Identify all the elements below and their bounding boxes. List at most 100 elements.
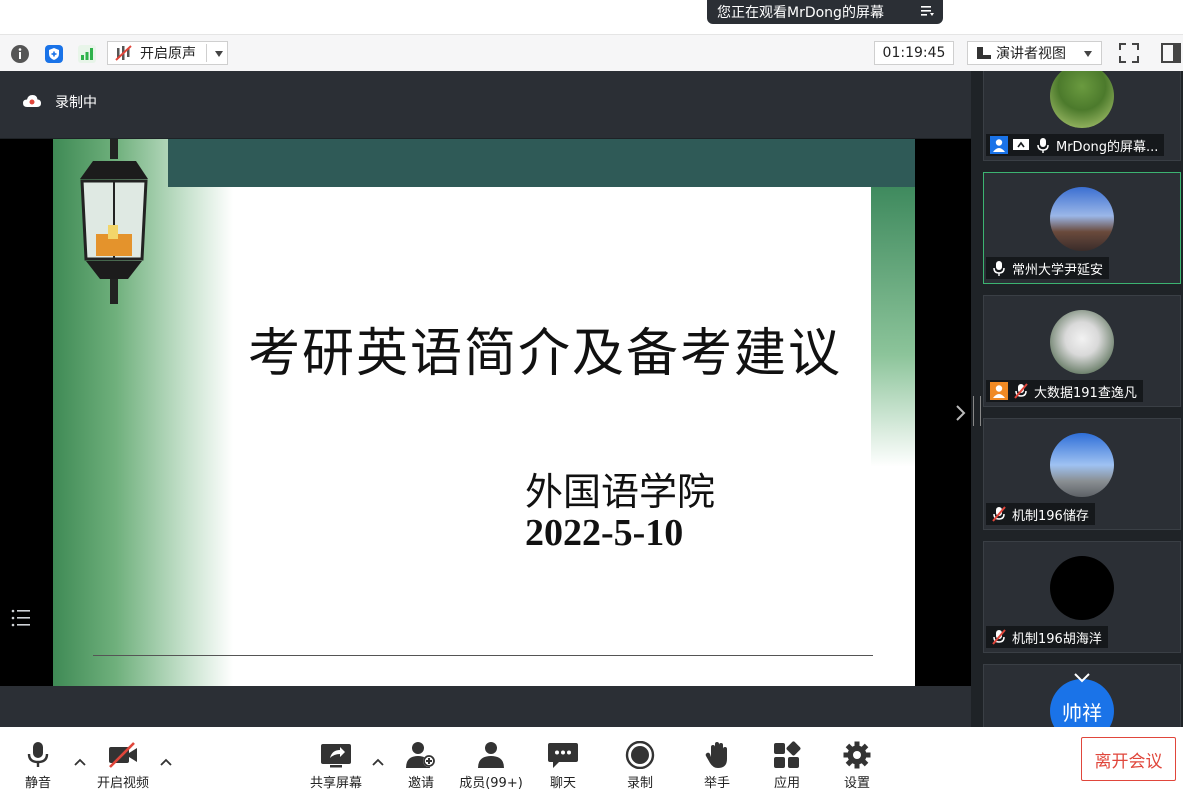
original-sound-button[interactable]: 开启原声 (107, 41, 228, 65)
share-screen-label: 共享屏幕 (309, 776, 362, 791)
record-button[interactable]: 录制 (605, 741, 675, 791)
side-panel-toggle-icon[interactable] (1160, 42, 1182, 64)
list-icon[interactable] (10, 608, 32, 628)
apps-label: 应用 (773, 776, 800, 791)
avatar (1050, 187, 1114, 251)
microphone-muted-icon (992, 506, 1006, 522)
chevron-up-icon[interactable] (372, 757, 384, 767)
gear-icon (843, 741, 871, 769)
participant-name: 大数据191查逸凡 (1034, 385, 1137, 401)
invite-button[interactable]: 邀请 (386, 741, 456, 791)
chevron-up-icon[interactable] (74, 757, 86, 767)
dropdown-arrow-icon[interactable] (214, 50, 224, 58)
recording-bar: 录制中 (0, 71, 971, 138)
speaker-view-button[interactable]: 演讲者视图 (967, 41, 1102, 65)
chat-label: 聊天 (549, 776, 576, 791)
participant-nametag: 大数据191查逸凡 (986, 380, 1143, 402)
info-icon[interactable] (10, 44, 30, 64)
share-screen-icon (321, 744, 351, 768)
settings-button[interactable]: 设置 (822, 741, 892, 791)
slide-department: 外国语学院 (525, 470, 716, 514)
main-video-area: 录制中 考研英语简介及备考建议 外国语学院 2022-5-10 (0, 71, 971, 727)
menu-icon[interactable] (919, 3, 935, 19)
slide-title: 考研英语简介及备考建议 (248, 324, 843, 384)
chat-icon (548, 743, 578, 768)
raise-hand-button[interactable]: 举手 (682, 741, 752, 791)
avatar (1050, 433, 1114, 497)
participant-nametag: 机制196胡海洋 (986, 626, 1108, 648)
speaker-view-label: 演讲者视图 (996, 46, 1066, 62)
mute-button[interactable]: 静音 (3, 741, 73, 791)
meeting-timer: 01:19:45 (874, 41, 954, 65)
shared-screen: 考研英语简介及备考建议 外国语学院 2022-5-10 (0, 139, 971, 686)
participant-name: MrDong的屏幕... (1056, 139, 1159, 155)
avatar (1050, 310, 1114, 374)
leave-meeting-button[interactable]: 离开会议 (1081, 737, 1176, 781)
security-shield-icon[interactable] (44, 44, 64, 64)
apps-button[interactable]: 应用 (752, 741, 822, 791)
start-video-button[interactable]: 开启视频 (88, 741, 158, 791)
slide-divider (93, 655, 873, 656)
presentation-slide: 考研英语简介及备考建议 外国语学院 2022-5-10 (53, 139, 915, 686)
avatar: 帅祥 (1050, 679, 1114, 727)
host-icon (990, 136, 1008, 154)
participant-tile[interactable]: 常州大学尹延安 (983, 172, 1181, 284)
video-bottom-strip (0, 686, 971, 727)
slide-top-band (168, 139, 915, 187)
participant-tile[interactable]: 大数据191查逸凡 (983, 295, 1181, 407)
participant-tile[interactable]: 机制196胡海洋 (983, 541, 1181, 653)
participant-tile[interactable]: MrDong的屏幕... (983, 71, 1181, 161)
bottom-toolbar: 静音 开启视频 共享屏幕 邀请 成员(99+) 聊天 录制 举手 应用 设置 离… (0, 727, 1183, 792)
fullscreen-icon[interactable] (1118, 42, 1140, 64)
members-button[interactable]: 成员(99+) (456, 741, 526, 791)
lantern-illustration (80, 139, 148, 304)
record-label: 录制 (626, 776, 653, 791)
participant-name: 常州大学尹延安 (1012, 262, 1104, 278)
mute-label: 静音 (24, 776, 51, 791)
viewing-banner: 您正在观看MrDong的屏幕 (707, 0, 943, 24)
apps-icon (774, 741, 801, 768)
microphone-icon (27, 742, 49, 767)
record-icon (625, 741, 655, 769)
participant-tile[interactable]: 帅祥 (983, 664, 1181, 727)
slide-right-band (871, 187, 915, 467)
avatar (1050, 71, 1114, 128)
start-video-label: 开启视频 (96, 776, 149, 791)
participant-name: 机制196储存 (1012, 508, 1089, 524)
sound-off-icon (115, 45, 132, 61)
avatar-initials: 帅祥 (1062, 700, 1102, 725)
top-bar: 开启原声 01:19:45 演讲者视图 (0, 34, 1183, 71)
signal-strength-icon[interactable] (77, 44, 97, 64)
participant-nametag: 机制196储存 (986, 503, 1095, 525)
screen-share-icon (1013, 139, 1029, 150)
participant-nametag: MrDong的屏幕... (986, 134, 1165, 156)
chevron-right-icon[interactable] (954, 404, 968, 422)
hand-icon (705, 742, 727, 768)
chat-button[interactable]: 聊天 (528, 741, 598, 791)
microphone-muted-icon (1014, 383, 1028, 399)
original-sound-label: 开启原声 (140, 46, 196, 62)
slide-date: 2022-5-10 (525, 512, 684, 554)
participant-gallery: MrDong的屏幕... 常州大学尹延安 大数据191查逸凡 机制196储存 机… (971, 71, 1183, 727)
speaker-view-icon (977, 47, 991, 59)
video-off-icon (109, 742, 137, 768)
participant-name: 机制196胡海洋 (1012, 631, 1102, 647)
participant-nametag: 常州大学尹延安 (986, 257, 1110, 279)
members-label: 成员(99+) (459, 776, 523, 791)
recording-status: 录制中 (55, 95, 97, 111)
microphone-icon (1037, 138, 1049, 153)
share-screen-button[interactable]: 共享屏幕 (301, 741, 371, 791)
participant-tile[interactable]: 机制196储存 (983, 418, 1181, 530)
microphone-muted-icon (992, 629, 1006, 645)
chevron-up-icon[interactable] (160, 757, 172, 767)
cloud-recording-icon (23, 95, 41, 107)
chevron-down-icon[interactable] (1072, 671, 1092, 685)
raise-hand-label: 举手 (703, 776, 730, 791)
panel-resize-handle[interactable] (973, 396, 981, 426)
user-icon (990, 382, 1008, 400)
microphone-icon (993, 261, 1005, 276)
add-user-icon (406, 742, 435, 768)
avatar (1050, 556, 1114, 620)
dropdown-arrow-icon[interactable] (1083, 50, 1093, 58)
users-icon (478, 742, 504, 768)
